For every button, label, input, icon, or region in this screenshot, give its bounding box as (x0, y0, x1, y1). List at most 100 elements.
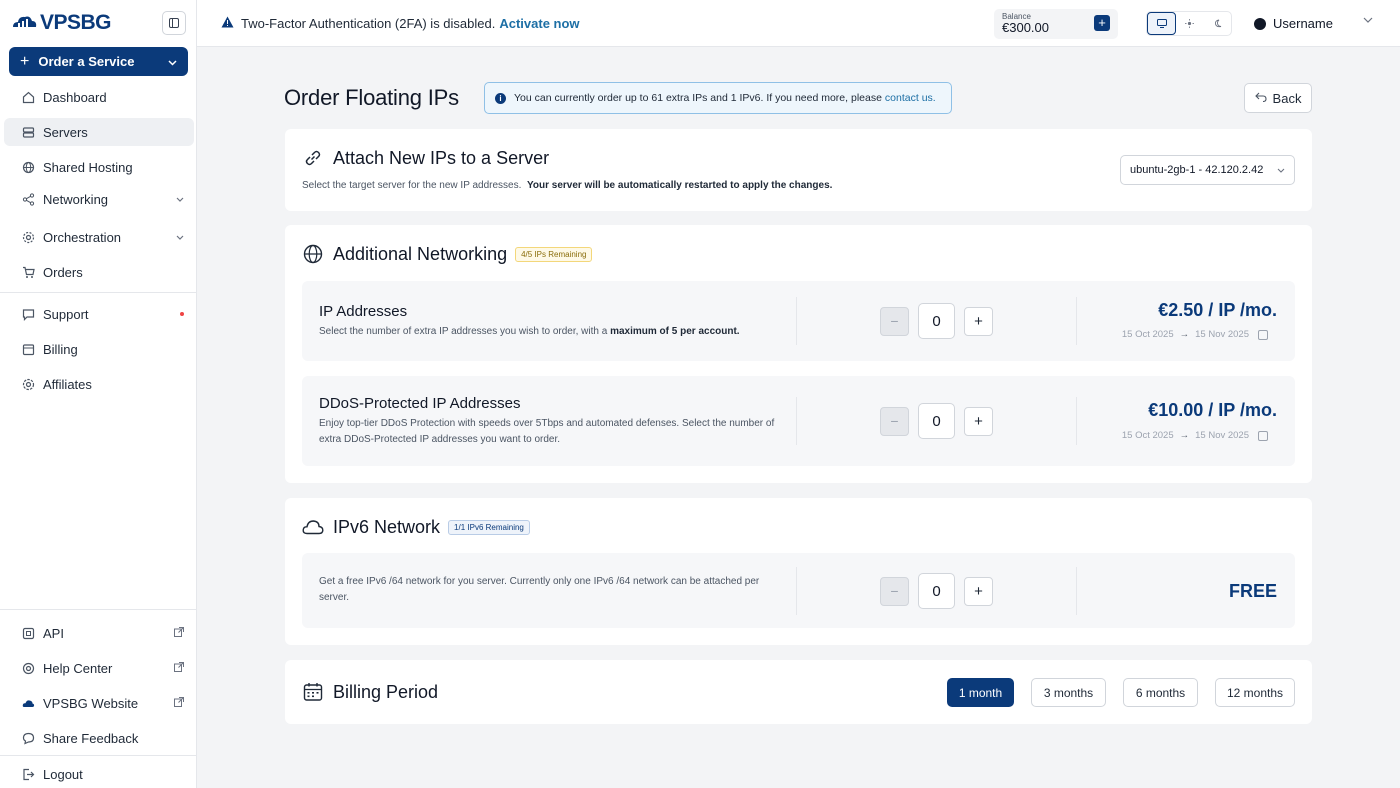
period-3-months-button[interactable]: 3 months (1031, 678, 1106, 707)
sidebar: VPSBG + Order a Service Dashboard Server… (0, 0, 197, 788)
ip-quantity-input[interactable]: 0 (918, 303, 955, 339)
theme-dark-button[interactable] (1204, 12, 1231, 35)
wallet-icon (21, 342, 35, 356)
ipv6-quantity-stepper: − 0 + (880, 573, 993, 609)
ipv6-increment-button[interactable]: + (964, 576, 993, 606)
sidebar-item-shared-hosting[interactable]: Shared Hosting (4, 153, 194, 181)
ip-addresses-row: IP Addresses Select the number of extra … (302, 281, 1295, 361)
attach-server-card: Attach New IPs to a Server Select the ta… (285, 129, 1312, 211)
ddos-billing-dates: 15 Oct 2025 → 15 Nov 2025 (1122, 430, 1268, 441)
sidebar-panel-icon (169, 18, 179, 28)
globe-icon (21, 160, 35, 174)
twofa-alert: Two-Factor Authentication (2FA) is disab… (221, 16, 580, 31)
warning-icon (221, 16, 234, 31)
sidebar-item-orchestration[interactable]: Orchestration (4, 223, 194, 251)
plus-icon: + (20, 52, 30, 70)
ipv6-quantity-input[interactable]: 0 (918, 573, 955, 609)
billing-period-options: 1 month 3 months 6 months 12 months (947, 678, 1295, 707)
chevron-down-icon (168, 54, 177, 69)
theme-light-button[interactable] (1176, 12, 1203, 35)
monitor-icon (1156, 19, 1167, 28)
period-6-months-button[interactable]: 6 months (1123, 678, 1198, 707)
additional-title-text: Additional Networking (333, 243, 508, 264)
chevron-down-icon[interactable] (1363, 14, 1373, 26)
sidebar-item-api[interactable]: API (4, 619, 194, 647)
sidebar-item-logout[interactable]: Logout (4, 760, 194, 788)
ddos-ip-row: DDoS-Protected IP Addresses Enjoy top-ti… (302, 376, 1295, 466)
ipv6-decrement-button[interactable]: − (880, 576, 909, 606)
attach-subtitle-bold: Your server will be automatically restar… (526, 180, 833, 191)
ip-desc-text: Select the number of extra IP addresses … (319, 326, 608, 337)
activate-2fa-link[interactable]: Activate now (499, 16, 579, 31)
username: Username (1273, 16, 1333, 31)
date-from: 15 Oct 2025 (1121, 430, 1174, 441)
attach-subtitle-text: Select the target server for the new IP … (302, 180, 522, 191)
period-12-months-button[interactable]: 12 months (1215, 678, 1295, 707)
chevron-down-icon (176, 231, 184, 243)
billing-period-card: Billing Period 1 month 3 months 6 months… (285, 660, 1312, 724)
sidebar-item-label: Affiliates (43, 376, 92, 392)
cloud-icon (21, 696, 35, 710)
order-limit-info: i You can currently order up to 61 extra… (484, 82, 952, 114)
attach-card-title: Attach New IPs to a Server (302, 147, 549, 169)
code-icon (21, 626, 35, 640)
sidebar-item-support[interactable]: Support (4, 300, 194, 328)
ip-increment-button[interactable]: + (964, 306, 993, 336)
sidebar-item-help-center[interactable]: Help Center (4, 654, 194, 682)
user-menu[interactable]: Username (1254, 16, 1333, 31)
additional-networking-card: Additional Networking 4/5 IPs Remaining … (285, 225, 1312, 483)
server-select[interactable]: ubuntu-2gb-1 - 42.120.2.42 (1120, 155, 1295, 185)
sidebar-item-label: Billing (43, 341, 78, 357)
arrow-right-icon: → (1179, 329, 1190, 340)
ddos-decrement-button[interactable]: − (880, 406, 909, 436)
users-icon (21, 377, 35, 391)
sidebar-divider (0, 755, 197, 756)
sidebar-item-label: Support (43, 306, 89, 322)
theme-switcher (1146, 11, 1232, 36)
sidebar-divider (0, 292, 197, 293)
order-service-button[interactable]: + Order a Service (9, 47, 188, 76)
sidebar-item-billing[interactable]: Billing (4, 335, 194, 363)
ddos-price: €10.00 / IP /mo. (1148, 400, 1277, 420)
back-button[interactable]: Back (1244, 83, 1312, 113)
ddos-quantity-input[interactable]: 0 (918, 403, 955, 439)
ip-decrement-button[interactable]: − (880, 306, 909, 336)
sidebar-item-vpsbg-website[interactable]: VPSBG Website (4, 689, 194, 717)
row-divider (1076, 567, 1077, 615)
logout-icon (21, 767, 35, 781)
ip-price: €2.50 / IP /mo. (1158, 300, 1277, 320)
brand-logo[interactable]: VPSBG (11, 11, 112, 34)
period-1-month-button[interactable]: 1 month (947, 678, 1014, 707)
sidebar-item-orders[interactable]: Orders (4, 258, 194, 286)
sidebar-item-affiliates[interactable]: Affiliates (4, 370, 194, 398)
add-funds-button[interactable]: + (1094, 15, 1110, 31)
row-divider (1076, 397, 1077, 445)
date-from: 15 Oct 2025 (1121, 329, 1174, 340)
sidebar-item-label: Shared Hosting (43, 159, 133, 175)
contact-us-link[interactable]: contact us. (885, 92, 936, 104)
ddos-increment-button[interactable]: + (964, 406, 993, 436)
alert-text: Two-Factor Authentication (2FA) is disab… (241, 16, 496, 31)
sidebar-item-label: Share Feedback (43, 730, 139, 746)
theme-system-button[interactable] (1147, 12, 1177, 35)
sidebar-item-networking[interactable]: Networking (4, 185, 194, 213)
sidebar-item-label: Dashboard (43, 89, 107, 105)
sidebar-item-servers[interactable]: Servers (4, 118, 194, 146)
chat-icon (21, 307, 35, 321)
ipv6-network-card: IPv6 Network 1/1 IPv6 Remaining Get a fr… (285, 498, 1312, 645)
calendar-icon (1258, 430, 1268, 441)
cart-icon (21, 265, 35, 279)
sidebar-item-dashboard[interactable]: Dashboard (4, 83, 194, 111)
back-label: Back (1272, 90, 1302, 106)
sidebar-toggle-button[interactable] (162, 11, 186, 35)
attach-subtitle: Select the target server for the new IP … (302, 180, 832, 191)
row-divider (796, 397, 797, 445)
external-link-icon (174, 661, 184, 675)
sidebar-item-label: Orders (43, 264, 83, 280)
notification-dot (180, 312, 184, 316)
sidebar-item-share-feedback[interactable]: Share Feedback (4, 724, 194, 752)
ip-row-desc: Select the number of extra IP addresses … (319, 324, 789, 340)
ipv6-row: Get a free IPv6 /64 network for you serv… (302, 553, 1295, 628)
row-divider (796, 567, 797, 615)
user-avatar-icon (1254, 17, 1266, 30)
